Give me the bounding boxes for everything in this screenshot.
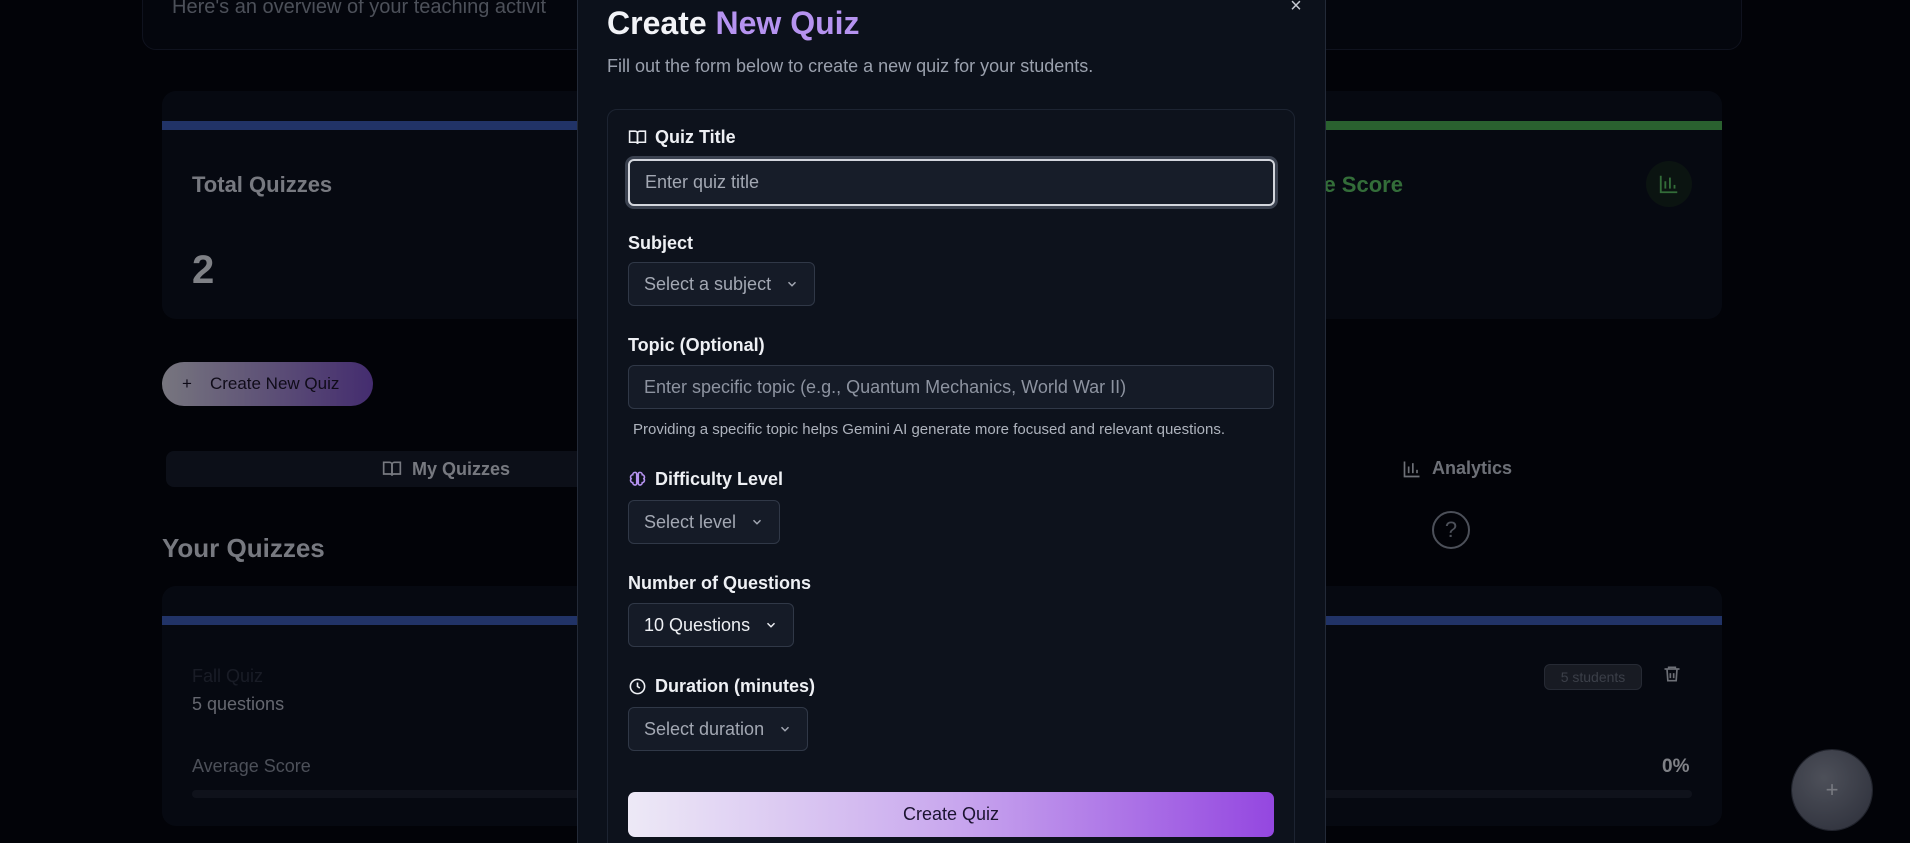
duration-label-text: Duration (minutes) bbox=[655, 676, 815, 696]
chevron-down-icon bbox=[767, 622, 776, 628]
tab-analytics[interactable]: Analytics bbox=[1402, 458, 1512, 479]
subject-label-text: Subject bbox=[628, 233, 694, 253]
quiz-card-accent-bar bbox=[1320, 616, 1722, 625]
dialog-title-accent: New Quiz bbox=[715, 5, 860, 41]
stat-accent-bar-green bbox=[1320, 121, 1722, 130]
tab-my-quizzes-label: My Quizzes bbox=[411, 458, 511, 479]
brain-icon bbox=[629, 471, 646, 486]
subject-select-value: Select a subject bbox=[644, 273, 772, 294]
help-icon[interactable]: ? bbox=[1432, 511, 1470, 549]
quiz-title-label: Quiz Title bbox=[628, 127, 736, 148]
plus-icon: + bbox=[1825, 777, 1839, 802]
dialog-title: Create New Quiz bbox=[607, 5, 860, 42]
num-questions-select-value: 10 Questions bbox=[644, 614, 751, 635]
subject-select[interactable]: Select a subject bbox=[628, 262, 816, 306]
average-score-value: 0% bbox=[1662, 756, 1690, 777]
quiz-title-input[interactable] bbox=[628, 159, 1275, 206]
difficulty-select[interactable]: Select level bbox=[628, 500, 781, 544]
num-questions-label: Number of Questions bbox=[628, 573, 811, 594]
difficulty-label: Difficulty Level bbox=[628, 469, 783, 490]
clock-icon bbox=[629, 678, 646, 695]
topic-label: Topic (Optional) bbox=[628, 335, 765, 356]
duration-label: Duration (minutes) bbox=[628, 676, 815, 697]
dialog-description: Fill out the form below to create a new … bbox=[607, 56, 1094, 76]
page-root: Here's an overview of your teaching acti… bbox=[0, 0, 1910, 843]
book-icon bbox=[382, 461, 402, 476]
subject-label: Subject bbox=[628, 233, 693, 254]
num-questions-label-text: Number of Questions bbox=[628, 573, 812, 593]
quiz-card-title: Fall Quiz bbox=[192, 666, 264, 686]
average-score-label: Average Score bbox=[192, 756, 311, 776]
num-questions-select[interactable]: 10 Questions bbox=[628, 603, 795, 647]
difficulty-select-value: Select level bbox=[644, 511, 737, 532]
duration-select[interactable]: Select duration bbox=[628, 707, 809, 751]
chevron-down-icon bbox=[781, 726, 790, 732]
create-new-quiz-button[interactable]: + Create New Quiz bbox=[162, 362, 373, 406]
create-quiz-button[interactable]: Create Quiz bbox=[628, 792, 1274, 837]
close-button[interactable]: × bbox=[1286, 0, 1306, 16]
chevron-down-icon bbox=[753, 519, 762, 525]
bar-chart-icon bbox=[1403, 461, 1420, 477]
duration-select-value: Select duration bbox=[644, 718, 765, 739]
create-new-quiz-label: Create New Quiz bbox=[209, 374, 340, 393]
your-quizzes-heading: Your Quizzes bbox=[162, 533, 325, 563]
quiz-card-question-count: 5 questions bbox=[192, 694, 285, 714]
total-quizzes-label: Total Quizzes bbox=[192, 172, 333, 197]
students-badge: 5 students bbox=[1544, 664, 1642, 690]
topic-hint: Providing a specific topic helps Gemini … bbox=[633, 421, 1226, 438]
chevron-down-icon bbox=[788, 281, 797, 287]
total-quizzes-value: 2 bbox=[192, 248, 215, 292]
bar-chart-icon bbox=[1646, 161, 1692, 207]
book-icon bbox=[628, 130, 647, 144]
quiz-title-label-text: Quiz Title bbox=[655, 127, 736, 147]
tab-analytics-label: Analytics bbox=[1432, 458, 1513, 478]
floating-action-button[interactable]: + bbox=[1792, 750, 1872, 830]
plus-icon: + bbox=[182, 374, 192, 393]
trash-icon[interactable] bbox=[1662, 664, 1682, 689]
welcome-text: Here's an overview of your teaching acti… bbox=[172, 0, 546, 18]
topic-label-text: Topic (Optional) bbox=[628, 335, 765, 355]
dialog-title-plain: Create bbox=[607, 5, 716, 41]
difficulty-label-text: Difficulty Level bbox=[655, 469, 784, 489]
topic-input[interactable] bbox=[628, 365, 1274, 409]
